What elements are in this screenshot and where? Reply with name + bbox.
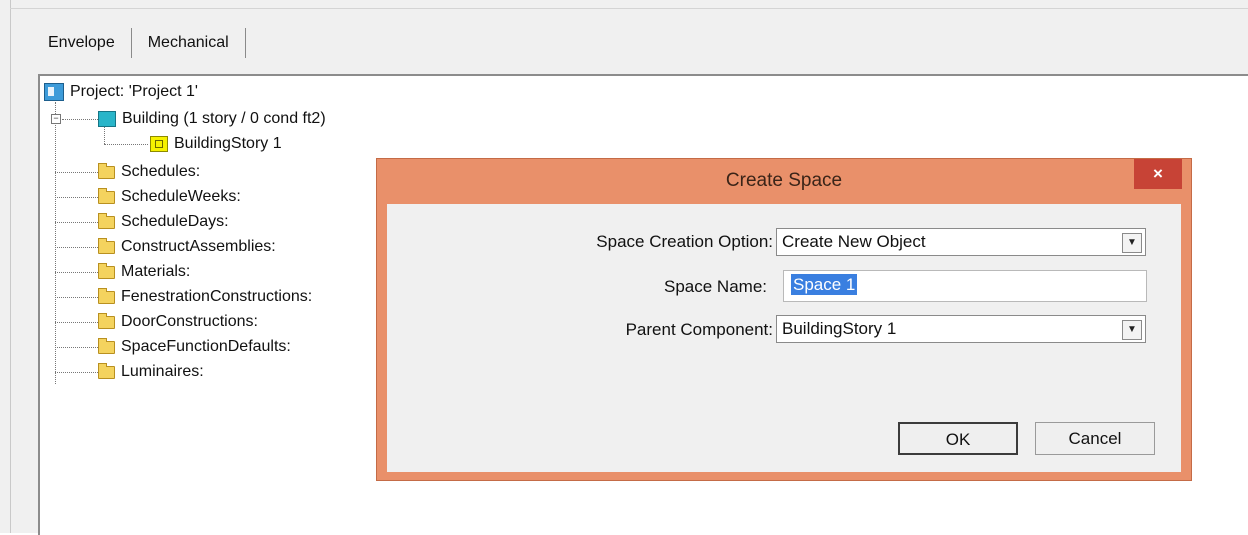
dialog-title: Create Space: [725, 170, 843, 191]
top-divider: [10, 8, 1248, 9]
tree-node-label: Project: 'Project 1': [70, 83, 198, 100]
window-border: [10, 0, 11, 533]
folder-icon: [98, 312, 115, 329]
create-space-dialog: Create Space × Space Creation Option: Cr…: [376, 158, 1192, 481]
tree-node-label: DoorConstructions:: [121, 313, 258, 330]
building-story-icon: [150, 136, 168, 152]
tree-node-construct-assemblies[interactable]: ConstructAssemblies:: [98, 236, 276, 258]
tree-node-building[interactable]: Building (1 story / 0 cond ft2): [98, 108, 326, 130]
tree-node-project[interactable]: Project: 'Project 1': [44, 81, 198, 103]
folder-icon: [98, 212, 115, 229]
tree-node-label: Building (1 story / 0 cond ft2): [122, 110, 326, 127]
tree-node-label: Materials:: [121, 263, 191, 280]
tab-mechanical[interactable]: Mechanical: [148, 34, 245, 52]
tree-connector: [104, 144, 148, 145]
tree-connector: [55, 197, 98, 198]
parent-component-value: BuildingStory 1: [782, 319, 897, 338]
folder-icon: [98, 337, 115, 354]
chevron-down-icon[interactable]: ▼: [1122, 320, 1142, 340]
tree-connector: [62, 119, 98, 120]
tree-node-label: SpaceFunctionDefaults:: [121, 338, 291, 355]
tree-connector: [55, 347, 98, 348]
space-name-input[interactable]: Space 1: [783, 270, 1147, 302]
tree-node-building-story[interactable]: BuildingStory 1: [150, 133, 282, 155]
folder-icon: [98, 287, 115, 304]
tree-connector: [55, 322, 98, 323]
tab-separator: [130, 28, 132, 58]
folder-icon: [98, 262, 115, 279]
parent-component-label: Parent Component:: [625, 320, 773, 339]
building-icon: [98, 111, 116, 127]
tree-node-label: Schedules:: [121, 163, 201, 180]
space-creation-option-label: Space Creation Option:: [596, 232, 773, 251]
folder-icon: [98, 162, 115, 179]
tree-node-label: FenestrationConstructions:: [121, 288, 313, 305]
tab-bar: Envelope Mechanical: [48, 26, 262, 60]
tree-node-label: BuildingStory 1: [174, 135, 282, 152]
folder-icon: [98, 187, 115, 204]
space-name-value: Space 1: [791, 274, 858, 295]
tab-separator: [244, 28, 246, 58]
tree-connector: [55, 222, 98, 223]
space-name-label: Space Name:: [664, 277, 767, 296]
tab-envelope[interactable]: Envelope: [48, 34, 131, 52]
tree-node-luminaires[interactable]: Luminaires:: [98, 361, 204, 383]
dialog-body: Space Creation Option: Create New Object…: [387, 204, 1181, 472]
tree-node-label: ScheduleWeeks:: [121, 188, 241, 205]
ok-button[interactable]: OK: [898, 422, 1018, 455]
parent-component-select[interactable]: BuildingStory 1 ▼: [776, 315, 1146, 343]
cancel-button[interactable]: Cancel: [1035, 422, 1155, 455]
tree-connector: [55, 247, 98, 248]
space-creation-option-select[interactable]: Create New Object ▼: [776, 228, 1146, 256]
tree-node-schedules[interactable]: Schedules:: [98, 161, 200, 183]
space-creation-option-value: Create New Object: [782, 232, 926, 251]
tree-node-label: ConstructAssemblies:: [121, 238, 276, 255]
close-button[interactable]: ×: [1134, 159, 1182, 189]
tree-connector: [55, 102, 56, 384]
tree-node-label: Luminaires:: [121, 363, 204, 380]
tree-node-schedule-weeks[interactable]: ScheduleWeeks:: [98, 186, 241, 208]
tree-node-schedule-days[interactable]: ScheduleDays:: [98, 211, 229, 233]
collapse-toggle[interactable]: −: [51, 114, 61, 124]
tree-connector: [55, 372, 98, 373]
chevron-down-icon[interactable]: ▼: [1122, 233, 1142, 253]
tree-connector: [55, 172, 98, 173]
project-icon: [44, 83, 64, 101]
tree-node-label: ScheduleDays:: [121, 213, 229, 230]
folder-icon: [98, 362, 115, 379]
tree-connector: [55, 272, 98, 273]
tree-connector: [55, 297, 98, 298]
tree-node-materials[interactable]: Materials:: [98, 261, 190, 283]
tree-node-fenestration-constructions[interactable]: FenestrationConstructions:: [98, 286, 312, 308]
tree-node-space-function-defaults[interactable]: SpaceFunctionDefaults:: [98, 336, 291, 358]
tree-node-door-constructions[interactable]: DoorConstructions:: [98, 311, 258, 333]
folder-icon: [98, 237, 115, 254]
